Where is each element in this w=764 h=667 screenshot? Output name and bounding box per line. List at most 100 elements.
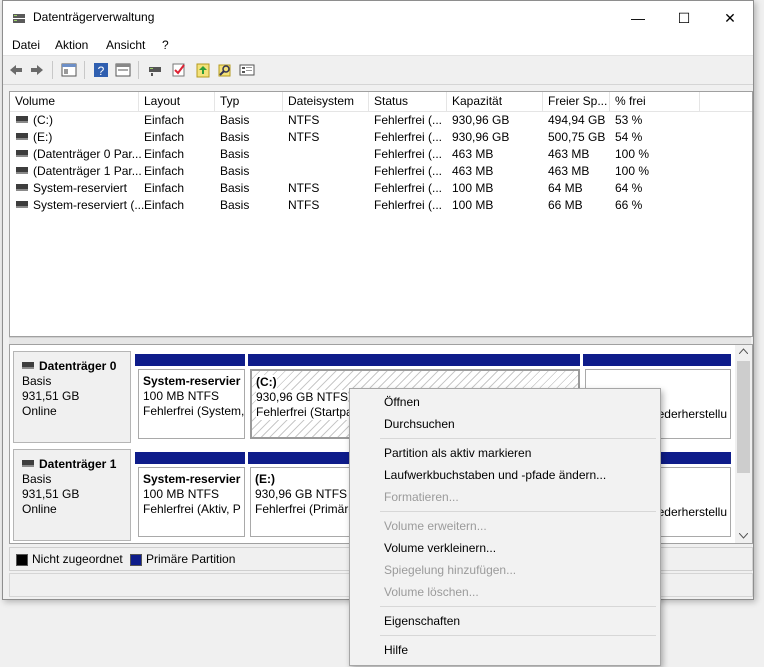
column-header-freier-speicher[interactable]: Freier Sp...: [543, 92, 610, 111]
column-header-volume[interactable]: Volume: [10, 92, 139, 111]
context-menu-item[interactable]: Durchsuchen: [350, 413, 660, 435]
table-cell: NTFS: [288, 180, 319, 197]
cell-text: System-reserviert (...: [33, 198, 145, 212]
menu-separator: [380, 635, 656, 636]
table-cell: Basis: [220, 197, 249, 214]
close-button[interactable]: ✕: [707, 1, 753, 35]
table-cell: Fehlerfrei (...: [374, 163, 442, 180]
title-bar[interactable]: Datenträgerverwaltung — ☐ ✕: [3, 1, 753, 35]
checklist-icon[interactable]: [171, 62, 187, 78]
table-cell: System-reserviert: [16, 180, 127, 197]
column-header-layout[interactable]: Layout: [139, 92, 215, 111]
menu-separator: [380, 438, 656, 439]
refresh-icon[interactable]: [195, 62, 211, 78]
cell-text: 66 %: [615, 198, 643, 212]
context-menu-item[interactable]: Partition als aktiv markieren: [350, 442, 660, 464]
partition-system-reserved[interactable]: System-reservier 100 MB NTFS Fehlerfrei …: [138, 467, 245, 537]
column-header-dateisystem[interactable]: Dateisystem: [283, 92, 369, 111]
context-menu-item[interactable]: Laufwerkbuchstaben und -pfade ändern...: [350, 464, 660, 486]
disk-size: 931,51 GB: [22, 389, 80, 403]
scrollbar-thumb[interactable]: [737, 361, 750, 473]
properties-icon[interactable]: [61, 62, 77, 78]
column-header-status[interactable]: Status: [369, 92, 447, 111]
cell-text: 64 MB: [548, 181, 583, 195]
partition-system-reserved[interactable]: System-reservier 100 MB NTFS Fehlerfrei …: [138, 369, 245, 439]
cell-text: Einfach: [144, 181, 185, 195]
partition-status: ederherstellu: [657, 407, 727, 421]
disk-0-label[interactable]: Datenträger 0 Basis 931,51 GB Online: [13, 351, 131, 443]
vertical-scrollbar[interactable]: [735, 345, 752, 543]
search-icon[interactable]: [217, 62, 233, 78]
column-header-typ[interactable]: Typ: [215, 92, 283, 111]
context-menu-item[interactable]: Eigenschaften: [350, 610, 660, 632]
column-header-kapazitaet[interactable]: Kapazität: [447, 92, 543, 111]
table-cell: Einfach: [144, 180, 184, 197]
list-header: Volume Layout Typ Dateisystem Status Kap…: [10, 92, 752, 112]
table-cell: System-reserviert (...: [16, 197, 144, 214]
table-row[interactable]: (E:) Einfach Basis NTFS Fehlerfrei (... 930,9…: [10, 129, 752, 146]
scroll-up-icon[interactable]: [739, 348, 748, 354]
table-row[interactable]: System-reserviert (... Einfach Basis NTFS Fe…: [10, 197, 752, 214]
cell-text: (Datenträger 1 Par...: [33, 164, 142, 178]
cell-text: Fehlerfrei (...: [374, 130, 443, 144]
cell-text: NTFS: [288, 198, 320, 212]
table-cell: Einfach: [144, 146, 184, 163]
cell-text: 100 MB: [452, 181, 494, 195]
console-icon[interactable]: [239, 62, 255, 78]
context-menu-item[interactable]: Volume verkleinern...: [350, 537, 660, 559]
hard-disk-icon: [22, 362, 34, 370]
minimize-button[interactable]: —: [615, 1, 661, 35]
volume-icon: [16, 150, 28, 158]
table-cell: 930,96 GB: [452, 112, 509, 129]
table-row[interactable]: System-reserviert Einfach Basis NTFS Fehlerf…: [10, 180, 752, 197]
column-header-prozent-frei[interactable]: % frei: [610, 92, 700, 111]
menu-help[interactable]: ?: [162, 38, 169, 52]
table-cell: 53 %: [615, 112, 642, 129]
menu-ansicht[interactable]: Ansicht: [106, 38, 145, 52]
table-cell: 463 MB: [548, 163, 589, 180]
view-icon[interactable]: [115, 62, 131, 78]
cell-text: NTFS: [288, 113, 320, 127]
partition-size: 930,96 GB NTFS: [256, 390, 349, 405]
cell-text: 463 MB: [548, 147, 590, 161]
partition-size: 100 MB NTFS: [143, 389, 220, 403]
disk-1-label[interactable]: Datenträger 1 Basis 931,51 GB Online: [13, 449, 131, 541]
cell-text: Einfach: [144, 113, 185, 127]
context-menu-item[interactable]: Öffnen: [350, 391, 660, 413]
menu-aktion[interactable]: Aktion: [55, 38, 88, 52]
partition-status: Fehlerfrei (Primäre: [255, 502, 356, 516]
cell-text: 930,96 GB: [452, 113, 510, 127]
context-menu: Öffnen Durchsuchen Partition als aktiv mar…: [349, 388, 661, 666]
table-cell: Einfach: [144, 129, 184, 146]
cell-text: (C:): [33, 113, 53, 127]
partition-bar: [248, 354, 580, 366]
context-menu-item[interactable]: Hilfe: [350, 639, 660, 661]
table-row[interactable]: (Datenträger 1 Par... Einfach Basis Fehlerf…: [10, 163, 752, 180]
table-row[interactable]: (Datenträger 0 Par... Einfach Basis Fehlerf…: [10, 146, 752, 163]
partition-size: 930,96 GB NTFS: [255, 487, 348, 501]
scroll-down-icon[interactable]: [739, 533, 748, 539]
menu-datei[interactable]: Datei: [12, 38, 40, 52]
table-row[interactable]: (C:) Einfach Basis NTFS Fehlerfrei (... 930,9…: [10, 112, 752, 129]
maximize-icon: ☐: [677, 9, 691, 26]
table-cell: 463 MB: [548, 146, 589, 163]
table-cell: Basis: [220, 146, 249, 163]
table-cell: 64 %: [615, 180, 642, 197]
table-cell: Einfach: [144, 163, 184, 180]
table-cell: 100 MB: [452, 180, 493, 197]
table-cell: NTFS: [288, 112, 319, 129]
back-icon[interactable]: [8, 62, 24, 78]
table-cell: Basis: [220, 129, 249, 146]
table-cell: 100 MB: [452, 197, 493, 214]
connect-icon[interactable]: [147, 62, 163, 78]
maximize-button[interactable]: ☐: [661, 1, 707, 35]
volume-icon: [16, 133, 28, 141]
forward-icon[interactable]: [29, 62, 45, 78]
cell-text: NTFS: [288, 181, 320, 195]
help-icon[interactable]: ?: [93, 62, 109, 78]
table-cell: (E:): [16, 129, 52, 146]
cell-text: 53 %: [615, 113, 643, 127]
table-cell: Basis: [220, 180, 249, 197]
context-menu-item: Volume erweitern...: [384, 519, 487, 533]
partition-name: (C:): [256, 375, 277, 389]
